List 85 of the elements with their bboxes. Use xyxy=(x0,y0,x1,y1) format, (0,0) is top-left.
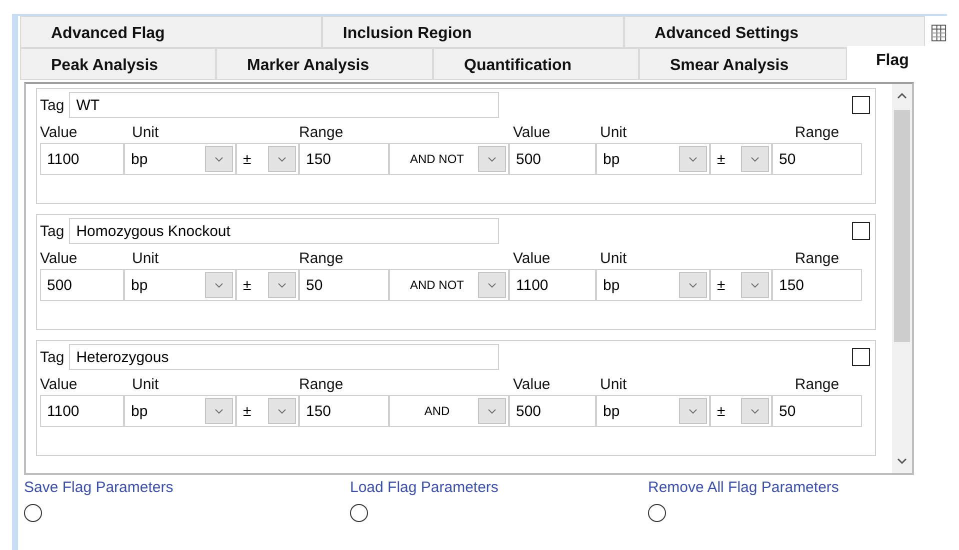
action-link[interactable]: Remove All Flag Parameters xyxy=(648,479,839,496)
column-label: Unit xyxy=(131,376,160,393)
tag-field[interactable]: Heterozygous xyxy=(69,344,500,370)
tag-label: Tag xyxy=(40,222,64,240)
chevron-down-icon xyxy=(741,146,769,172)
range-field[interactable]: 150 xyxy=(299,143,389,175)
tag-field[interactable]: WT xyxy=(69,92,500,118)
unit-dropdown[interactable]: bp xyxy=(596,395,710,427)
range-field[interactable]: 150 xyxy=(772,269,862,301)
unit-dropdown[interactable]: bp xyxy=(596,143,710,175)
checkbox[interactable] xyxy=(852,348,870,366)
checkbox[interactable] xyxy=(852,96,870,114)
chevron-down-icon xyxy=(679,272,707,298)
tag-label: Tag xyxy=(40,96,64,114)
column-label: Range xyxy=(794,376,840,393)
column-label: Unit xyxy=(131,124,160,141)
column-label: Range xyxy=(299,250,344,267)
chevron-down-icon xyxy=(478,398,506,424)
column-label: Value xyxy=(512,250,552,267)
chevron-down-icon xyxy=(478,272,506,298)
value-field[interactable]: 1100 xyxy=(40,395,124,427)
chevron-down-icon xyxy=(741,398,769,424)
unit-dropdown[interactable]: bp xyxy=(124,269,236,301)
tab[interactable]: Advanced Settings xyxy=(624,16,926,48)
chevron-down-icon xyxy=(268,398,296,424)
chevron-down-icon xyxy=(679,146,707,172)
tab[interactable]: Quantification xyxy=(433,48,639,80)
range-field[interactable]: 150 xyxy=(299,395,389,427)
scrollbar-thumb[interactable] xyxy=(894,110,910,342)
chevron-down-icon xyxy=(679,398,707,424)
chevron-down-icon xyxy=(741,272,769,298)
operator-dropdown[interactable]: AND NOT xyxy=(389,143,509,175)
unit-dropdown[interactable]: bp xyxy=(124,395,236,427)
column-label: Range xyxy=(299,124,344,141)
chevron-down-icon xyxy=(205,398,233,424)
tab[interactable]: Marker Analysis xyxy=(216,48,433,80)
chevron-down-icon xyxy=(268,272,296,298)
unit-dropdown[interactable]: bp xyxy=(124,143,236,175)
range-field[interactable]: 50 xyxy=(299,269,389,301)
operator-dropdown[interactable]: AND NOT xyxy=(389,269,509,301)
column-label: Unit xyxy=(599,376,628,393)
value-field[interactable]: 1100 xyxy=(40,143,124,175)
column-label: Value xyxy=(40,250,78,267)
value-field[interactable]: 500 xyxy=(509,395,596,427)
chevron-down-icon xyxy=(268,146,296,172)
tag-label: Tag xyxy=(40,348,64,366)
column-label: Value xyxy=(40,124,78,141)
scrollbar[interactable] xyxy=(892,84,912,473)
radio-button[interactable] xyxy=(24,504,42,522)
range-field[interactable]: 50 xyxy=(772,143,862,175)
sign-dropdown[interactable]: ± xyxy=(236,395,299,427)
checkbox[interactable] xyxy=(852,222,870,240)
column-label: Unit xyxy=(599,250,628,267)
value-field[interactable]: 500 xyxy=(40,269,124,301)
tab[interactable]: Peak Analysis xyxy=(20,48,216,80)
tag-field[interactable]: Homozygous Knockout xyxy=(69,218,500,244)
range-field[interactable]: 50 xyxy=(772,395,862,427)
sign-dropdown[interactable]: ± xyxy=(710,395,772,427)
chevron-down-icon xyxy=(478,146,506,172)
columns-icon[interactable] xyxy=(931,24,947,42)
tab[interactable]: Inclusion Region xyxy=(322,16,624,48)
sign-dropdown[interactable]: ± xyxy=(236,269,299,301)
column-label: Unit xyxy=(599,124,628,141)
column-label: Range xyxy=(794,250,840,267)
value-field[interactable]: 500 xyxy=(509,143,596,175)
value-field[interactable]: 1100 xyxy=(509,269,596,301)
radio-button[interactable] xyxy=(350,504,368,522)
sign-dropdown[interactable]: ± xyxy=(710,143,772,175)
tab[interactable]: Advanced Flag xyxy=(20,16,322,48)
sign-dropdown[interactable]: ± xyxy=(236,143,299,175)
column-label: Value xyxy=(512,124,552,141)
chevron-down-icon xyxy=(205,272,233,298)
radio-button[interactable] xyxy=(648,504,666,522)
column-label: Range xyxy=(794,124,840,141)
sign-dropdown[interactable]: ± xyxy=(710,269,772,301)
chevron-down-icon xyxy=(205,146,233,172)
operator-dropdown[interactable]: AND xyxy=(389,395,509,427)
action-link[interactable]: Load Flag Parameters xyxy=(350,479,498,496)
tab[interactable]: Smear Analysis xyxy=(639,48,847,80)
column-label: Range xyxy=(299,376,344,393)
column-label: Value xyxy=(512,376,552,393)
column-label: Value xyxy=(40,376,78,393)
action-link[interactable]: Save Flag Parameters xyxy=(24,479,174,496)
unit-dropdown[interactable]: bp xyxy=(596,269,710,301)
column-label: Unit xyxy=(131,250,160,267)
